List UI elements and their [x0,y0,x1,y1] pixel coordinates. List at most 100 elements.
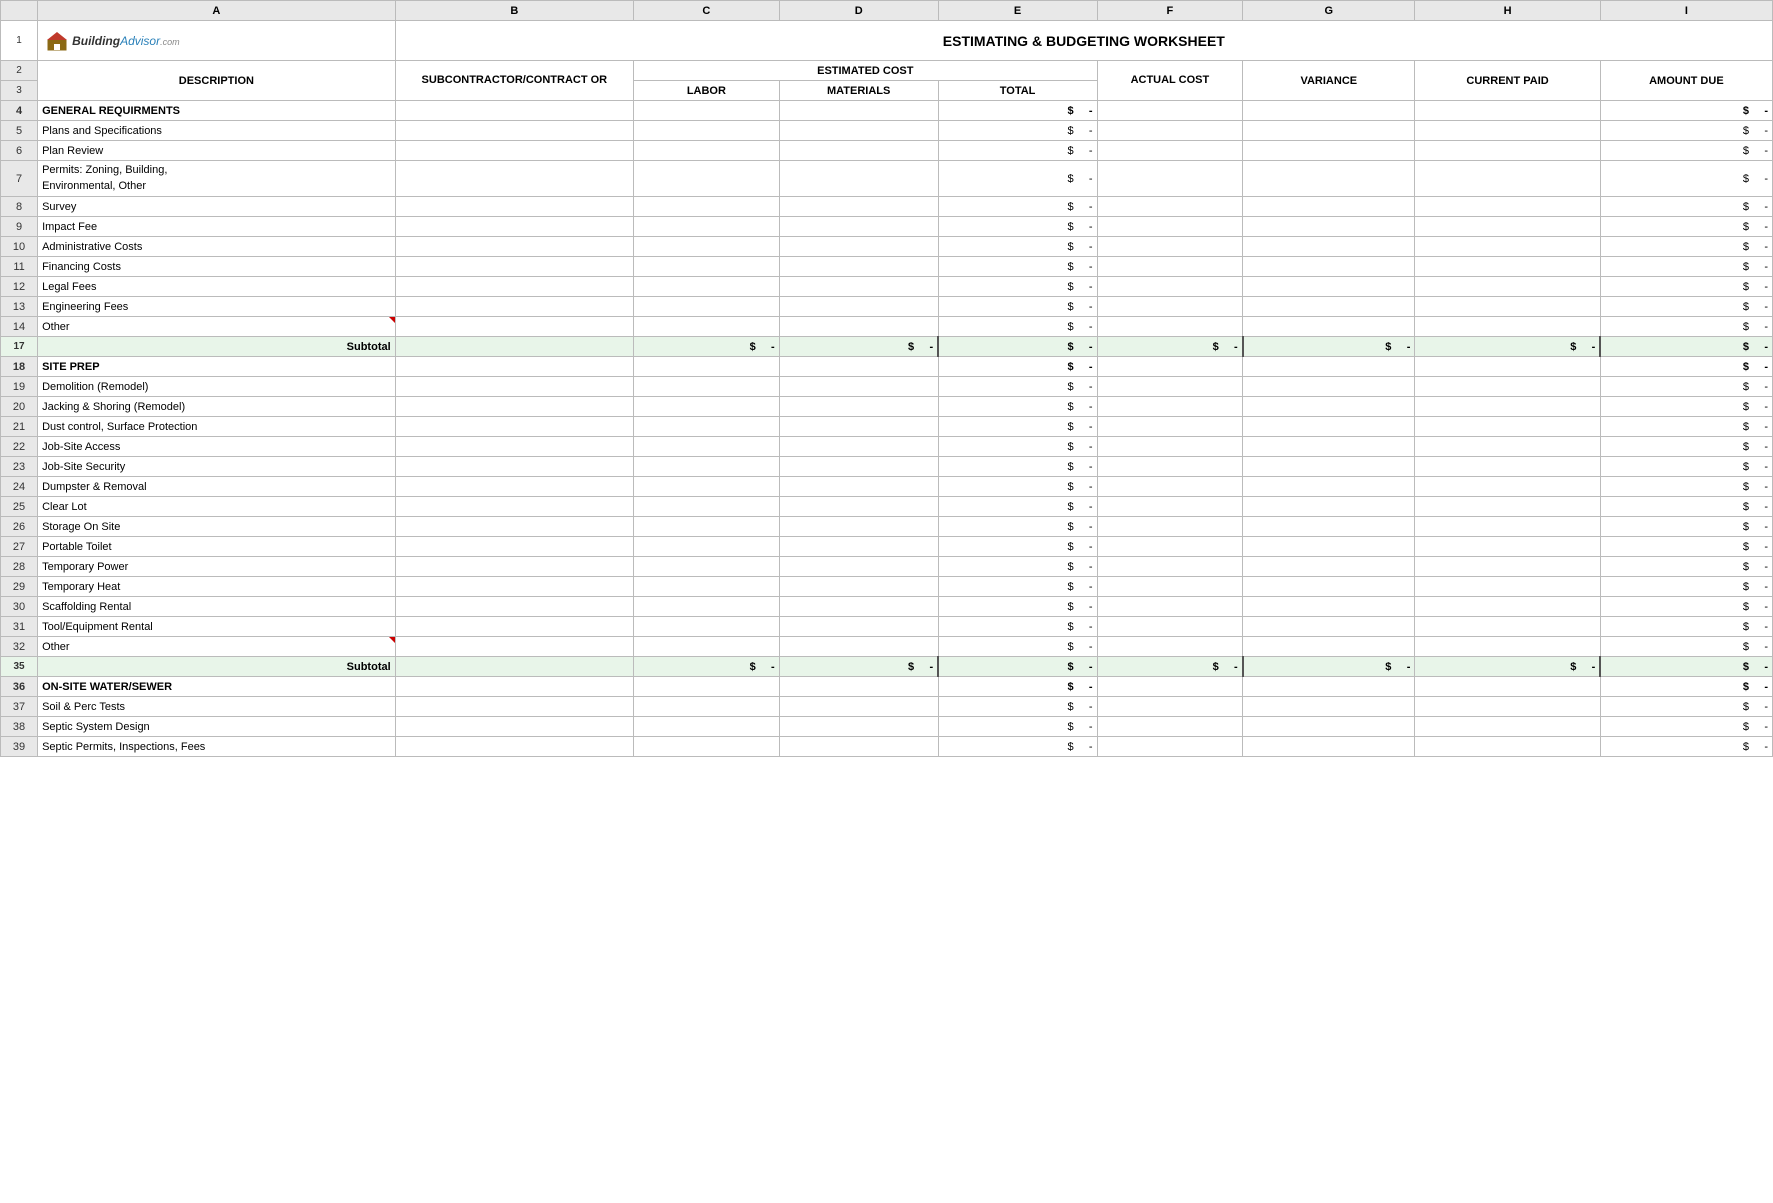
row-21: 21 Dust control, Surface Protection $ - … [1,417,1773,437]
row-32: 32 Other $ - $ - [1,637,1773,657]
row-11: 11 Financing Costs $ - $ - [1,257,1773,277]
general-section-label: GENERAL REQUIRMENTS [38,101,396,121]
row-20: 20 Jacking & Shoring (Remodel) $ - $ - [1,397,1773,417]
item-clear-lot[interactable]: Clear Lot [38,497,396,517]
item-financing[interactable]: Financing Costs [38,257,396,277]
item-job-site-security[interactable]: Job-Site Security [38,457,396,477]
item-plan-review[interactable]: Plan Review [38,141,396,161]
item-other-2[interactable]: Other [38,637,396,657]
row-31: 31 Tool/Equipment Rental $ - $ - [1,617,1773,637]
variance-header: VARIANCE [1243,61,1415,101]
general-e4[interactable]: $ - [938,101,1097,121]
item-other-1[interactable]: Other [38,317,396,337]
description-header: DESCRIPTION [38,61,396,101]
worksheet-table: A B C D E F G H I 1 [0,0,1773,757]
general-h4[interactable] [1415,101,1600,121]
item-dumpster[interactable]: Dumpster & Removal [38,477,396,497]
item-job-site-access[interactable]: Job-Site Access [38,437,396,457]
col-h-header[interactable]: H [1415,1,1600,21]
item-soil-perc[interactable]: Soil & Perc Tests [38,697,396,717]
row-27: 27 Portable Toilet $ - $ - [1,537,1773,557]
row-9: 9 Impact Fee $ - $ - [1,217,1773,237]
row-29: 29 Temporary Heat $ - $ - [1,577,1773,597]
current-paid-header: CURRENT PAID [1415,61,1600,101]
total-header: TOTAL [938,81,1097,101]
item-portable-toilet[interactable]: Portable Toilet [38,537,396,557]
row-30: 30 Scaffolding Rental $ - $ - [1,597,1773,617]
item-permits[interactable]: Permits: Zoning, Building,Environmental,… [38,161,396,197]
subtotal-1-label: Subtotal [38,337,396,357]
corner-cell [1,1,38,21]
section-onsite-water-header: 36 ON-SITE WATER/SEWER $ - $ - [1,677,1773,697]
row-35-subtotal: 35 Subtotal $ - $ - $ - $ - $ - $ - $ - [1,657,1773,677]
general-d4[interactable] [779,101,938,121]
section-general-header: 4 GENERAL REQUIRMENTS $ - $ - [1,101,1773,121]
title-row: 1 BuildingAdvisor.com ESTIMATING & BUDGE… [1,21,1773,61]
header-row-2: 2 DESCRIPTION SUBCONTRACTOR/CONTRACT OR … [1,61,1773,81]
amount-due-header: AMOUNT DUE [1600,61,1772,101]
subcontractor-header: SUBCONTRACTOR/CONTRACT OR [395,61,633,101]
general-b4[interactable] [395,101,633,121]
row-19: 19 Demolition (Remodel) $ - $ - [1,377,1773,397]
col-b-header[interactable]: B [395,1,633,21]
general-g4[interactable] [1243,101,1415,121]
row-39: 39 Septic Permits, Inspections, Fees $ -… [1,737,1773,757]
building-icon [46,30,68,52]
subtotal-2-label: Subtotal [38,657,396,677]
col-f-header[interactable]: F [1097,1,1243,21]
row-37: 37 Soil & Perc Tests $ - $ - [1,697,1773,717]
item-jacking[interactable]: Jacking & Shoring (Remodel) [38,397,396,417]
item-engineering[interactable]: Engineering Fees [38,297,396,317]
row-17-subtotal: 17 Subtotal $ - $ - $ - $ - $ - $ - $ - [1,337,1773,357]
col-header-row: A B C D E F G H I [1,1,1773,21]
col-a-header[interactable]: A [38,1,396,21]
general-c4[interactable] [634,101,780,121]
worksheet-title: ESTIMATING & BUDGETING WORKSHEET [395,21,1772,61]
col-e-header[interactable]: E [938,1,1097,21]
item-plans-specs[interactable]: Plans and Specifications [38,121,396,141]
row-24: 24 Dumpster & Removal $ - $ - [1,477,1773,497]
item-impact-fee[interactable]: Impact Fee [38,217,396,237]
item-legal-fees[interactable]: Legal Fees [38,277,396,297]
item-survey[interactable]: Survey [38,197,396,217]
section-site-prep-header: 18 SITE PREP $ - $ - [1,357,1773,377]
row-7: 7 Permits: Zoning, Building,Environmenta… [1,161,1773,197]
item-demolition[interactable]: Demolition (Remodel) [38,377,396,397]
estimated-cost-header: ESTIMATED COST [634,61,1098,81]
site-prep-section-label: SITE PREP [38,357,396,377]
onsite-water-section-label: ON-SITE WATER/SEWER [38,677,396,697]
row-28: 28 Temporary Power $ - $ - [1,557,1773,577]
item-dust-control[interactable]: Dust control, Surface Protection [38,417,396,437]
item-septic-design[interactable]: Septic System Design [38,717,396,737]
row-2-num: 2 [1,61,38,81]
actual-cost-header: ACTUAL COST [1097,61,1243,101]
row-5: 5 Plans and Specifications $ - $ - [1,121,1773,141]
materials-header: MATERIALS [779,81,938,101]
item-tool-rental[interactable]: Tool/Equipment Rental [38,617,396,637]
row-1-num: 1 [1,21,38,61]
row-38: 38 Septic System Design $ - $ - [1,717,1773,737]
item-storage[interactable]: Storage On Site [38,517,396,537]
spreadsheet: A B C D E F G H I 1 [0,0,1773,1203]
item-scaffolding[interactable]: Scaffolding Rental [38,597,396,617]
col-g-header[interactable]: G [1243,1,1415,21]
col-i-header[interactable]: I [1600,1,1772,21]
row-4-num: 4 [1,101,38,121]
item-temp-heat[interactable]: Temporary Heat [38,577,396,597]
logo-text: BuildingAdvisor.com [72,34,180,48]
row-13: 13 Engineering Fees $ - $ - [1,297,1773,317]
col-c-header[interactable]: C [634,1,780,21]
item-temp-power[interactable]: Temporary Power [38,557,396,577]
general-f4[interactable] [1097,101,1243,121]
row-12: 12 Legal Fees $ - $ - [1,277,1773,297]
row-3-num: 3 [1,81,38,101]
labor-header: LABOR [634,81,780,101]
item-septic-permits[interactable]: Septic Permits, Inspections, Fees [38,737,396,757]
row-22: 22 Job-Site Access $ - $ - [1,437,1773,457]
item-admin-costs[interactable]: Administrative Costs [38,237,396,257]
logo-cell: BuildingAdvisor.com [38,21,396,61]
col-d-header[interactable]: D [779,1,938,21]
general-i4[interactable]: $ - [1600,101,1772,121]
row-10: 10 Administrative Costs $ - $ - [1,237,1773,257]
row-25: 25 Clear Lot $ - $ - [1,497,1773,517]
